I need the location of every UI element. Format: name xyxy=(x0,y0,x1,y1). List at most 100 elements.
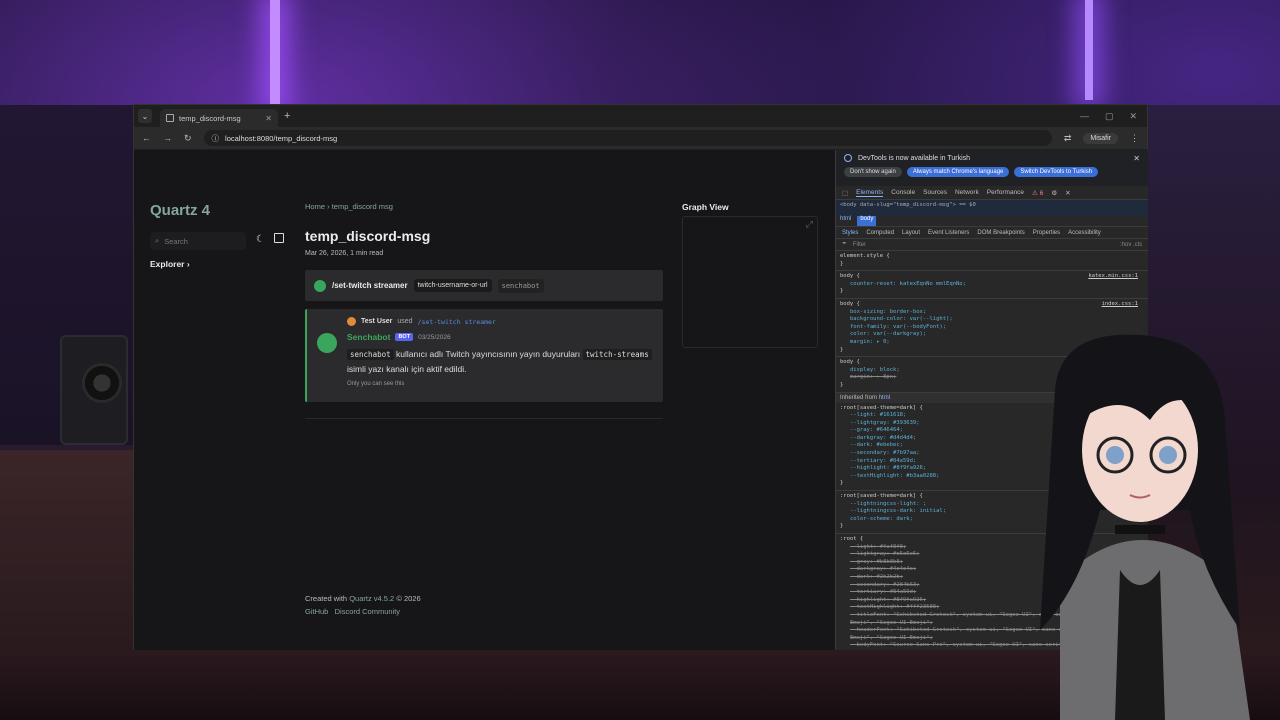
minimize-icon[interactable]: — xyxy=(1080,111,1089,122)
subtab-computed[interactable]: Computed xyxy=(866,230,894,236)
search-input[interactable]: ⌕ Search xyxy=(150,232,246,250)
css-property[interactable]: --darkgray: #d4d4d4; xyxy=(840,435,1144,443)
explorer-toggle[interactable]: Explorer › xyxy=(150,259,190,269)
dont-show-again-button[interactable]: Don't show again xyxy=(844,167,902,177)
dark-mode-icon[interactable]: ☾ xyxy=(256,234,265,245)
css-property[interactable]: --secondary: #284b63; xyxy=(840,582,1144,590)
subtab-dom-breakpoints[interactable]: DOM Breakpoints xyxy=(977,230,1024,236)
match-language-button[interactable]: Always match Chrome's language xyxy=(906,167,1010,177)
background-right-wall xyxy=(1148,105,1280,650)
breadcrumb-home[interactable]: Home xyxy=(305,202,325,211)
tab-search-button[interactable]: ⌄ xyxy=(138,109,152,123)
tab-console[interactable]: Console xyxy=(891,189,915,196)
maximize-icon[interactable]: ▢ xyxy=(1105,111,1114,122)
css-property[interactable]: display: block; xyxy=(840,367,1144,375)
reply-command: /set-twitch streamer xyxy=(417,317,496,326)
url-field[interactable]: ⓘ localhost:8080/temp_discord-msg xyxy=(203,130,1052,146)
browser-tab[interactable]: temp_discord-msg ✕ xyxy=(160,109,278,127)
css-property[interactable]: --lightningcss-light: ; xyxy=(840,501,1144,509)
css-property[interactable]: --headerFont: "Schibsted Grotesk", syste… xyxy=(840,627,1144,642)
filter-tools[interactable]: :hov .cls xyxy=(1120,242,1142,248)
footer-quartz-link[interactable]: Quartz v4.5.2 xyxy=(349,594,394,603)
css-property[interactable]: --tertiary: #84a59d; xyxy=(840,589,1144,597)
css-property[interactable]: --tertiary: #84a59d; xyxy=(840,458,1144,466)
devtools-language-banner: DevTools is now available in Turkish Don… xyxy=(836,150,1148,186)
css-property[interactable]: margin: ▸ 0; xyxy=(840,339,1144,347)
tab-network[interactable]: Network xyxy=(955,189,979,196)
menu-icon[interactable]: ⋮ xyxy=(1130,133,1139,144)
css-property[interactable]: --dark: #2b2b2b; xyxy=(840,574,1144,582)
subtab-styles[interactable]: Styles xyxy=(842,230,858,236)
graph-view[interactable]: ⤢ xyxy=(682,216,818,348)
footer-link-discord[interactable]: Discord Community xyxy=(335,607,400,616)
subtab-layout[interactable]: Layout xyxy=(902,230,920,236)
subtab-accessibility[interactable]: Accessibility xyxy=(1068,230,1101,236)
back-icon[interactable]: ← xyxy=(142,133,151,143)
site-title[interactable]: Quartz 4 xyxy=(150,202,210,219)
css-property[interactable]: counter-reset: katexEqnNo mmlEqnNo; xyxy=(840,281,1144,289)
css-property[interactable]: color: var(--darkgray); xyxy=(840,331,1144,339)
expand-icon[interactable]: ⤢ xyxy=(806,219,813,230)
close-tab-icon[interactable]: ✕ xyxy=(265,114,272,123)
new-tab-icon[interactable]: + xyxy=(284,110,290,122)
reader-mode-icon[interactable] xyxy=(274,233,284,243)
css-property[interactable]: --textHighlight: #fff23688; xyxy=(840,604,1144,612)
css-property[interactable]: --gray: #646464; xyxy=(840,427,1144,435)
css-property[interactable]: --dark: #ebebec; xyxy=(840,442,1144,450)
css-property[interactable]: --secondary: #7b97aa; xyxy=(840,450,1144,458)
css-property[interactable]: box-sizing: border-box; xyxy=(840,309,1144,317)
crumb-html[interactable]: html xyxy=(840,216,851,226)
switch-language-button[interactable]: Switch DevTools to Turkish xyxy=(1014,167,1099,177)
crumb-body[interactable]: body xyxy=(857,216,877,226)
tab-elements[interactable]: Elements xyxy=(856,189,884,197)
profile-button[interactable]: Misafir xyxy=(1083,132,1118,144)
message-text: kullanıcı adlı Twitch yayıncısının yayın… xyxy=(396,349,581,359)
subtab-event-listeners[interactable]: Event Listeners xyxy=(928,230,969,236)
settings-icon[interactable]: ⚙ xyxy=(1051,189,1057,197)
info-icon xyxy=(844,154,852,162)
css-property[interactable]: --lightgray: #393639; xyxy=(840,420,1144,428)
css-source-link[interactable]: user agent xyxy=(1105,359,1138,367)
css-source-link[interactable]: katex.min.css:1 xyxy=(1088,273,1138,281)
css-property[interactable]: --highlight: #8f9fa926; xyxy=(840,597,1144,605)
close-devtools-icon[interactable]: ✕ xyxy=(1065,189,1070,197)
css-property[interactable]: --darkgray: #4e4e4e; xyxy=(840,566,1144,574)
css-property[interactable]: font-family: var(--bodyFont); xyxy=(840,324,1144,332)
css-source-link[interactable]: index.css:1 xyxy=(1102,301,1138,309)
styles-filter[interactable]: ⏷ Filter :hov .cls xyxy=(836,239,1148,251)
css-property[interactable]: --highlight: #8f9fa926; xyxy=(840,465,1144,473)
tab-sources[interactable]: Sources xyxy=(923,189,947,196)
site-info-icon[interactable]: ⓘ xyxy=(212,133,220,144)
css-property[interactable]: background-color: var(--light); xyxy=(840,316,1144,324)
breadcrumb-current[interactable]: temp_discord msg xyxy=(332,202,393,211)
message-text: isimli yazı kanalı için aktif edildi. xyxy=(347,364,467,374)
reload-icon[interactable]: ↻ xyxy=(184,133,192,144)
url-text: localhost:8080/temp_discord-msg xyxy=(225,133,338,143)
background-floor xyxy=(0,650,1280,720)
reply-user: Test User xyxy=(361,318,393,325)
css-property[interactable]: margin: ▸ 8px; xyxy=(840,374,1144,382)
browser-window: ⌄ temp_discord-msg ✕ + — ▢ ✕ ← → ↻ ⓘ loc… xyxy=(133,104,1148,650)
translate-icon[interactable]: ⇄ xyxy=(1064,133,1072,144)
warning-count[interactable]: ⚠ 6 xyxy=(1032,189,1043,197)
css-property[interactable]: --gray: #b8b8b8; xyxy=(840,559,1144,567)
close-window-icon[interactable]: ✕ xyxy=(1129,111,1137,122)
css-property[interactable]: --titleFont: "Schibsted Grotesk", system… xyxy=(840,612,1144,627)
tab-bar: ⌄ temp_discord-msg ✕ + — ▢ ✕ xyxy=(134,105,1147,127)
css-property[interactable]: --lightningcss-dark: initial; xyxy=(840,508,1144,516)
close-icon[interactable]: ✕ xyxy=(1133,154,1140,163)
css-property[interactable]: --light: #faf8f8; xyxy=(840,544,1144,552)
subtab-properties[interactable]: Properties xyxy=(1033,230,1060,236)
css-property[interactable]: --textHighlight: #b3aa0288; xyxy=(840,473,1144,481)
css-property[interactable]: color-scheme: dark; xyxy=(840,516,1144,524)
footer-link-github[interactable]: GitHub xyxy=(305,607,328,616)
css-property[interactable]: --light: #161618; xyxy=(840,412,1144,420)
page-icon xyxy=(166,114,174,122)
forward-icon[interactable]: → xyxy=(163,133,172,143)
tab-performance[interactable]: Performance xyxy=(987,189,1024,196)
css-property[interactable]: --lightgray: #e5e5e5; xyxy=(840,551,1144,559)
css-property[interactable]: --bodyFont: "Source Sans Pro", system-ui… xyxy=(840,642,1144,650)
bot-name: Senchabot xyxy=(347,332,391,342)
inspect-icon[interactable]: ⬚ xyxy=(842,189,848,197)
dom-tree[interactable]: <body data-slug="temp_discord-msg"> == $… xyxy=(836,200,1148,216)
